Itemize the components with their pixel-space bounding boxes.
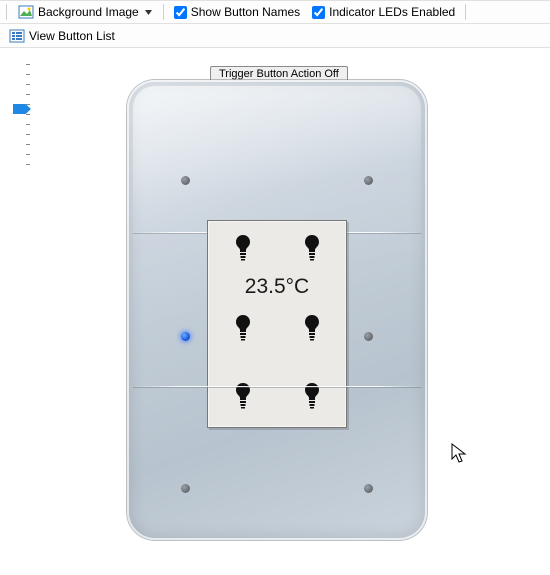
main-toolbar: Background Image Show Button Names Indic… — [0, 0, 550, 24]
show-button-names-label: Show Button Names — [191, 5, 300, 19]
toolbar-separator — [163, 4, 164, 20]
background-image-label: Background Image — [38, 5, 139, 19]
screen-row-mid — [208, 313, 346, 341]
screen-row-bot — [208, 381, 346, 409]
screen-row-top — [208, 233, 346, 261]
list-icon — [9, 28, 25, 44]
indicator-led-5[interactable] — [181, 484, 190, 493]
preview-canvas: Trigger Button Action Off 23.5°C — [0, 48, 550, 575]
bulb-icon — [302, 381, 322, 409]
chevron-down-icon — [145, 9, 152, 16]
background-image-dropdown[interactable]: Background Image — [13, 2, 157, 22]
brightness-slider[interactable] — [17, 60, 31, 170]
keypad-device: 23.5°C — [127, 80, 427, 540]
mouse-cursor-icon — [451, 443, 467, 465]
indicator-led-3[interactable] — [181, 332, 190, 341]
toolbar-separator — [465, 4, 466, 20]
indicator-led-1[interactable] — [181, 176, 190, 185]
temperature-readout: 23.5°C — [208, 275, 346, 299]
indicator-led-4[interactable] — [364, 332, 373, 341]
indicator-leds-checkbox[interactable]: Indicator LEDs Enabled — [308, 5, 459, 19]
bulb-icon — [233, 233, 253, 261]
slider-thumb[interactable] — [13, 104, 31, 114]
indicator-led-6[interactable] — [364, 484, 373, 493]
indicator-leds-input[interactable] — [312, 6, 325, 19]
show-button-names-checkbox[interactable]: Show Button Names — [170, 5, 304, 19]
device-screen: 23.5°C — [207, 220, 347, 428]
bulb-icon — [302, 313, 322, 341]
show-button-names-input[interactable] — [174, 6, 187, 19]
view-button-list-button[interactable]: View Button List — [4, 26, 120, 46]
image-icon — [18, 4, 34, 20]
bulb-icon — [302, 233, 322, 261]
indicator-leds-label: Indicator LEDs Enabled — [329, 5, 455, 19]
indicator-led-2[interactable] — [364, 176, 373, 185]
bulb-icon — [233, 313, 253, 341]
secondary-toolbar: View Button List — [0, 24, 550, 48]
view-button-list-label: View Button List — [29, 29, 115, 43]
toolbar-separator — [6, 4, 7, 20]
bulb-icon — [233, 381, 253, 409]
